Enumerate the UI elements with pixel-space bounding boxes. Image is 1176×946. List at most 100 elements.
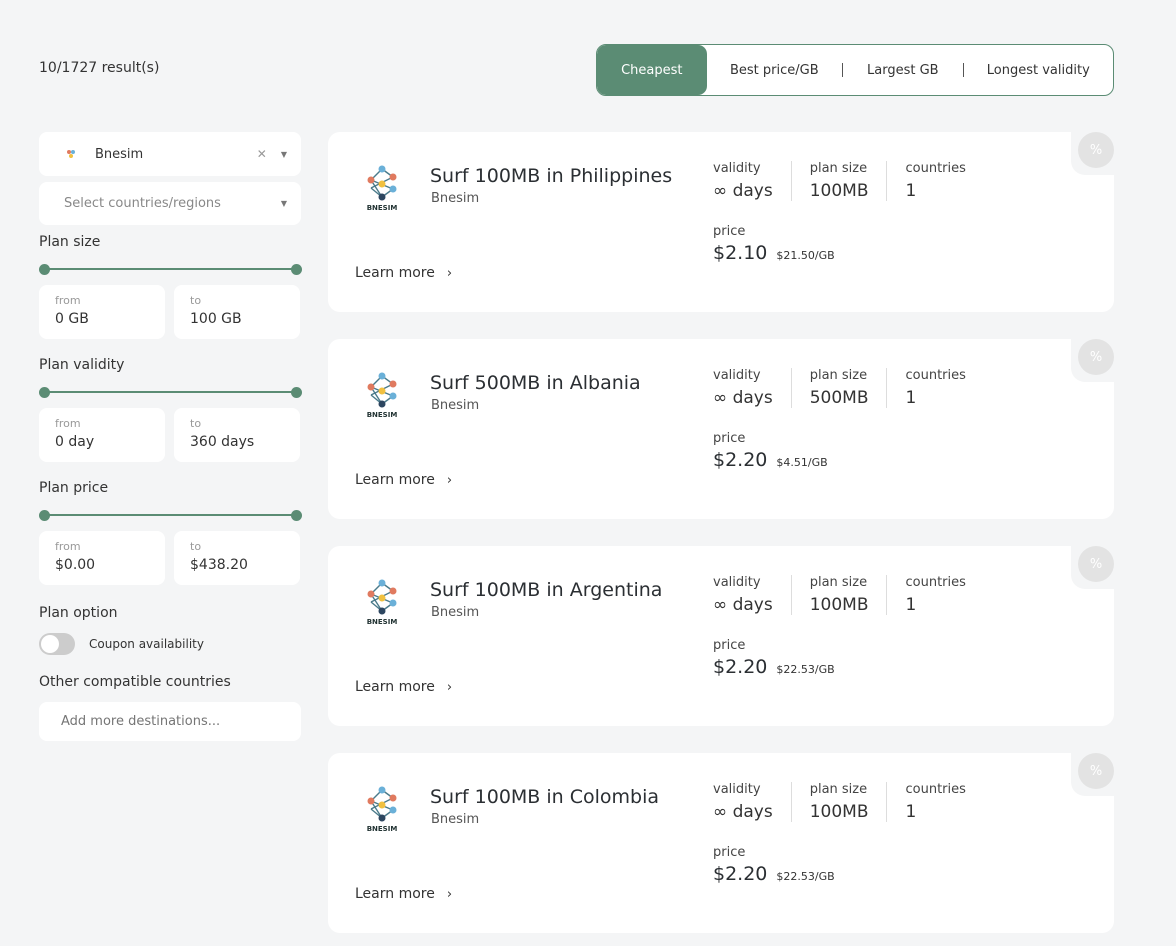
sort-tab-best-price-per-gb[interactable]: Best price/GB bbox=[707, 45, 842, 95]
countries-select-placeholder: Select countries/regions bbox=[64, 196, 221, 211]
plan-card[interactable]: % BNESIM Surf 100MB in Colombia Bnesim v… bbox=[328, 752, 1115, 933]
slider-handle-min[interactable] bbox=[39, 264, 50, 275]
chevron-down-icon[interactable]: ▼ bbox=[281, 199, 287, 208]
coupon-toggle-label: Coupon availability bbox=[89, 637, 204, 651]
toggle-knob bbox=[41, 635, 59, 653]
from-label: from bbox=[55, 540, 81, 553]
plan-size-to-field[interactable]: to 100 GB bbox=[174, 285, 300, 339]
slider-track bbox=[44, 391, 297, 393]
price-block: price $2.20 $4.51/GB bbox=[713, 431, 828, 471]
bnesim-logo-icon bbox=[367, 786, 397, 822]
plan-title[interactable]: Surf 100MB in Colombia bbox=[430, 786, 659, 808]
learn-more-link[interactable]: Learn more › bbox=[355, 886, 452, 902]
plan-price-from-field[interactable]: from $0.00 bbox=[39, 531, 165, 585]
plan-stats: validity ∞ days plan size 100MB countrie… bbox=[713, 161, 984, 201]
discount-badge-icon[interactable]: % bbox=[1078, 546, 1114, 582]
plan-card[interactable]: % BNESIM Surf 100MB in Argentina Bnesim bbox=[328, 545, 1115, 726]
price-label: price bbox=[713, 431, 746, 446]
from-value: 0 GB bbox=[55, 311, 89, 327]
bnesim-logo: BNESIM bbox=[362, 164, 402, 212]
plan-provider: Bnesim bbox=[431, 605, 480, 620]
chevron-right-icon: › bbox=[446, 679, 453, 695]
chevron-down-icon[interactable]: ▼ bbox=[281, 150, 287, 159]
stat-value: ∞ days bbox=[713, 802, 773, 822]
stat-validity: validity ∞ days bbox=[713, 782, 791, 822]
stat-label: plan size bbox=[809, 368, 868, 383]
provider-logo-icon bbox=[64, 147, 78, 161]
logo-text: BNESIM bbox=[366, 825, 398, 833]
stat-value: 100MB bbox=[809, 802, 869, 822]
plan-price-label: Plan price bbox=[39, 480, 109, 496]
price-value: $2.20 bbox=[713, 656, 768, 678]
learn-more-link[interactable]: Learn more › bbox=[355, 265, 452, 281]
add-destinations-input[interactable] bbox=[39, 702, 301, 741]
plan-size-label: Plan size bbox=[39, 234, 101, 250]
bnesim-logo-icon bbox=[367, 165, 397, 201]
stat-label: countries bbox=[905, 782, 966, 797]
plan-title[interactable]: Surf 100MB in Philippines bbox=[430, 165, 672, 187]
bnesim-logo-icon bbox=[367, 372, 397, 408]
plan-validity-from-field[interactable]: from 0 day bbox=[39, 408, 165, 462]
bnesim-logo-icon bbox=[367, 579, 397, 615]
plan-validity-to-field[interactable]: to 360 days bbox=[174, 408, 300, 462]
slider-handle-min[interactable] bbox=[39, 510, 50, 521]
logo-text: BNESIM bbox=[366, 204, 398, 212]
bnesim-logo: BNESIM bbox=[362, 785, 402, 833]
plan-size-from-field[interactable]: from 0 GB bbox=[39, 285, 165, 339]
logo-text: BNESIM bbox=[366, 618, 398, 626]
bnesim-logo: BNESIM bbox=[362, 371, 402, 419]
stat-label: validity bbox=[713, 575, 761, 590]
plan-provider: Bnesim bbox=[431, 398, 480, 413]
slider-handle-max[interactable] bbox=[291, 510, 302, 521]
plan-validity-label: Plan validity bbox=[39, 357, 125, 373]
price-block: price $2.20 $22.53/GB bbox=[713, 638, 835, 678]
coupon-toggle[interactable] bbox=[39, 633, 75, 655]
slider-track bbox=[44, 268, 297, 270]
plan-price-slider[interactable] bbox=[39, 508, 302, 522]
slider-handle-min[interactable] bbox=[39, 387, 50, 398]
other-countries-label: Other compatible countries bbox=[39, 674, 231, 690]
stat-label: countries bbox=[905, 575, 966, 590]
learn-more-link[interactable]: Learn more › bbox=[355, 679, 452, 695]
stat-label: validity bbox=[713, 161, 761, 176]
plan-price-to-field[interactable]: to $438.20 bbox=[174, 531, 300, 585]
stat-countries: countries 1 bbox=[886, 575, 983, 615]
plan-title[interactable]: Surf 500MB in Albania bbox=[430, 372, 641, 394]
to-label: to bbox=[190, 540, 202, 553]
to-label: to bbox=[190, 294, 202, 307]
stat-value: 1 bbox=[905, 181, 917, 201]
discount-badge-icon[interactable]: % bbox=[1078, 753, 1114, 789]
provider-select-value: Bnesim bbox=[95, 146, 144, 162]
countries-select[interactable]: Select countries/regions ▼ bbox=[39, 182, 301, 225]
provider-select[interactable]: Bnesim ✕ ▼ bbox=[39, 132, 301, 176]
plan-stats: validity ∞ days plan size 100MB countrie… bbox=[713, 575, 984, 615]
stat-validity: validity ∞ days bbox=[713, 368, 791, 408]
plan-validity-slider[interactable] bbox=[39, 385, 302, 399]
discount-badge-icon[interactable]: % bbox=[1078, 339, 1114, 375]
chevron-right-icon: › bbox=[446, 886, 453, 902]
clear-icon[interactable]: ✕ bbox=[257, 147, 267, 161]
from-value: 0 day bbox=[55, 434, 95, 450]
stat-value: ∞ days bbox=[713, 388, 773, 408]
plan-card[interactable]: % BNESIM Surf 500MB in Albania Bnesim va… bbox=[328, 338, 1115, 519]
slider-handle-max[interactable] bbox=[291, 387, 302, 398]
results-count: 10/1727 result(s) bbox=[39, 60, 160, 76]
sort-tab-cheapest[interactable]: Cheapest bbox=[597, 45, 707, 95]
price-block: price $2.10 $21.50/GB bbox=[713, 224, 835, 264]
bnesim-logo: BNESIM bbox=[362, 578, 402, 626]
sort-tab-longest-validity[interactable]: Longest validity bbox=[964, 45, 1113, 95]
learn-more-link[interactable]: Learn more › bbox=[355, 472, 452, 488]
from-label: from bbox=[55, 417, 81, 430]
stat-plan-size: plan size 100MB bbox=[790, 161, 887, 201]
price-per-gb: $4.51/GB bbox=[776, 456, 828, 469]
stat-plan-size: plan size 100MB bbox=[790, 782, 887, 822]
sort-tab-largest-gb[interactable]: Largest GB bbox=[843, 45, 963, 95]
plan-title[interactable]: Surf 100MB in Argentina bbox=[430, 579, 662, 601]
stat-label: countries bbox=[905, 368, 966, 383]
plan-size-slider[interactable] bbox=[39, 262, 302, 276]
plan-stats: validity ∞ days plan size 500MB countrie… bbox=[713, 368, 984, 408]
discount-badge-icon[interactable]: % bbox=[1078, 132, 1114, 168]
slider-handle-max[interactable] bbox=[291, 264, 302, 275]
chevron-right-icon: › bbox=[446, 265, 453, 281]
plan-card[interactable]: % BNESIM Surf 100MB in Philippines Bnesi… bbox=[328, 131, 1115, 312]
